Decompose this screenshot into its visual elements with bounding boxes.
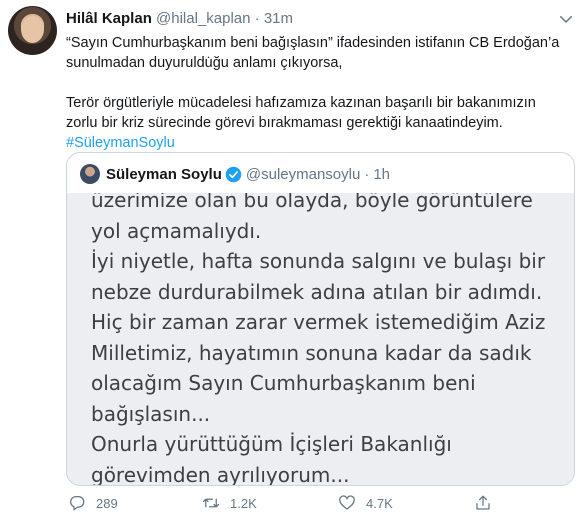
quoted-separator: · bbox=[364, 165, 370, 183]
like-button[interactable]: 4.7K bbox=[338, 494, 393, 512]
author-name[interactable]: Hilâl Kaplan bbox=[66, 10, 152, 27]
image-text-line: İyi niyetle, hafta sonunda salgını ve bu… bbox=[91, 249, 546, 273]
retweet-count: 1.2K bbox=[230, 495, 257, 511]
quoted-author-name: Süleyman Soylu bbox=[106, 165, 222, 183]
retweet-icon bbox=[202, 498, 220, 508]
quoted-tweet[interactable]: Süleyman Soylu @suleymansoylu · 1h üzeri… bbox=[66, 152, 575, 486]
hashtag-link[interactable]: #SüleymanSoylu bbox=[66, 135, 175, 151]
author-handle[interactable]: @hilal_kaplan bbox=[156, 10, 250, 27]
author-avatar[interactable] bbox=[8, 6, 57, 55]
share-button[interactable] bbox=[474, 494, 502, 512]
tweet-text: “Sayın Cumhurbaşkanım beni bağışlasın” i… bbox=[66, 33, 571, 153]
chevron-down-icon[interactable] bbox=[557, 10, 575, 28]
quoted-image[interactable]: üzerimize olan bu olayda, böyle görüntül… bbox=[67, 193, 574, 485]
heart-icon bbox=[339, 495, 355, 510]
action-bar: 289 1.2K 4.7K bbox=[66, 494, 576, 518]
tweet-text-line: “Sayın Cumhurbaşkanım beni bağışlasın” i… bbox=[66, 35, 560, 51]
like-count: 4.7K bbox=[366, 495, 393, 511]
quoted-time: 1h bbox=[373, 165, 391, 183]
reply-count: 289 bbox=[96, 495, 118, 511]
tweet-header: Hilâl Kaplan @hilal_kaplan · 31m bbox=[66, 10, 293, 27]
image-text-line: yol açmamalıydı. bbox=[91, 218, 262, 243]
image-text-line: görevimden ayrılıyorum... bbox=[91, 462, 350, 486]
image-text-line: nebze durdurabilmek adına atılan bir adı… bbox=[91, 279, 543, 304]
quoted-header: Süleyman Soylu @suleymansoylu · 1h bbox=[80, 164, 390, 184]
image-text-line: olacağım Sayın Cumhurbaşkanım beni bbox=[91, 371, 476, 395]
tweet-time[interactable]: 31m bbox=[264, 10, 293, 27]
quoted-avatar bbox=[80, 164, 100, 184]
retweet-button[interactable]: 1.2K bbox=[202, 494, 257, 512]
image-text-line: bağışlasın... bbox=[91, 401, 211, 426]
tweet-text-line: sunulmadan duyuruldu̇ğu anlamı çıkıyorsa… bbox=[66, 55, 343, 71]
quoted-author-handle: @suleymansoylu bbox=[245, 165, 361, 183]
image-text-line: Hiç bir zaman zarar vermek istemediğim A… bbox=[91, 310, 546, 334]
tweet-text-line: zorlu bir kriz sürecinde görevi bırakmam… bbox=[66, 115, 503, 131]
image-text-line: Onurla yürüttüğüm İçişleri Bakanlığı bbox=[91, 432, 452, 456]
tweet-text-line: Terör örgütleriyle mücadelesi hafızamıza… bbox=[66, 95, 536, 111]
verified-badge-icon bbox=[225, 166, 242, 182]
image-text-line: Milletimiz, hayatımın sonuna kadar da sa… bbox=[91, 340, 532, 365]
image-text-line: üzerimize olan bu olayda, böyle görüntül… bbox=[91, 193, 533, 212]
share-icon bbox=[476, 495, 490, 510]
reply-icon bbox=[70, 495, 85, 511]
reply-button[interactable]: 289 bbox=[68, 494, 118, 512]
header-separator: · bbox=[254, 10, 260, 27]
